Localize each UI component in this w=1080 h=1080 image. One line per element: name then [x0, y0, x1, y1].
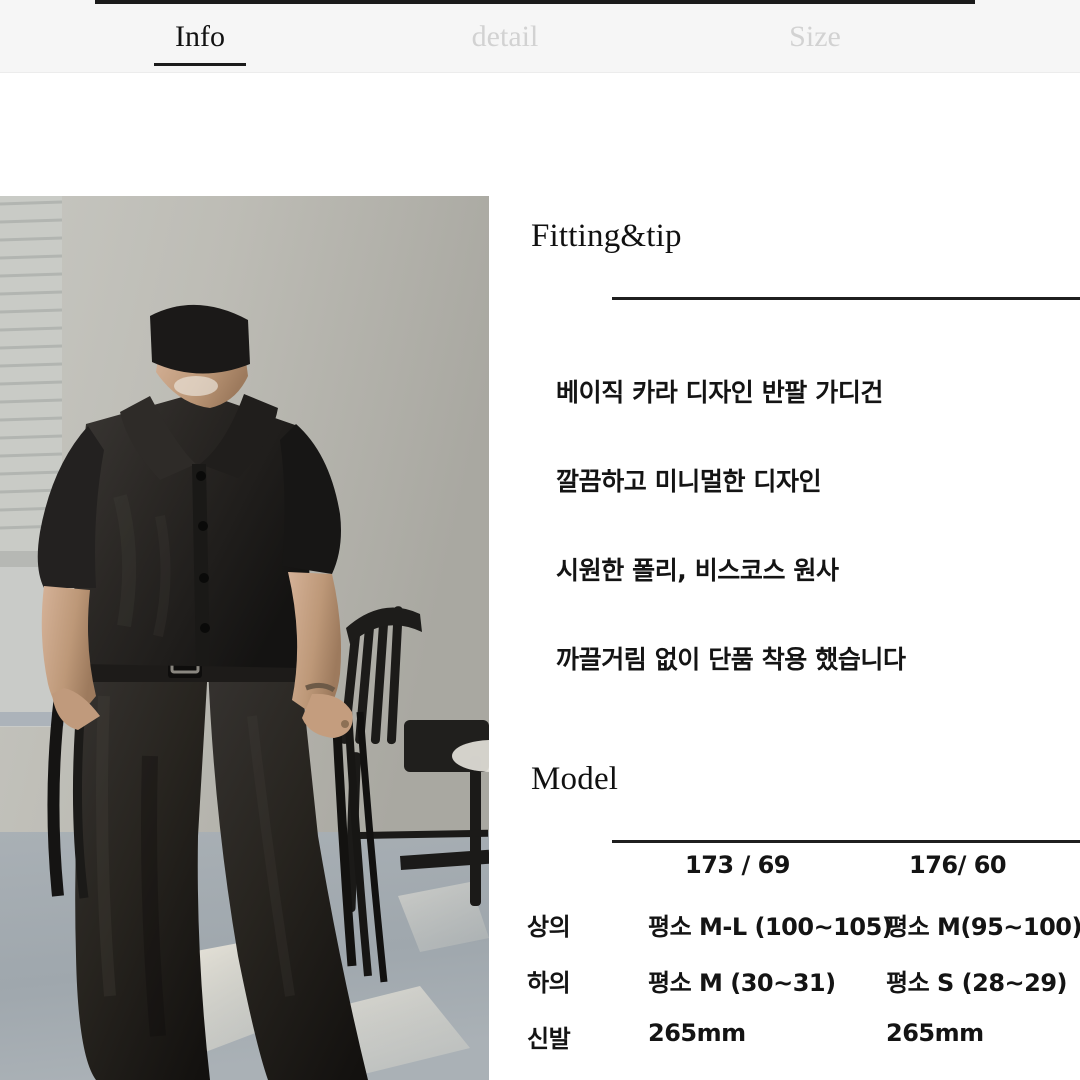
row-shoes-col1: 265mm	[648, 1019, 746, 1047]
product-photo[interactable]	[0, 196, 489, 1080]
table-row: 상의 평소 M-L (100~105) 평소 M(95~100)	[489, 907, 1080, 963]
row-label-bottom: 하의	[527, 969, 571, 997]
row-shoes-col2: 265mm	[886, 1019, 984, 1047]
product-detail-page: Info detail Size Fitting&tip 베이직 카라 디자인 …	[0, 0, 1080, 1080]
fitting-line-1: 베이직 카라 디자인 반팔 가디건	[556, 378, 884, 407]
fitting-line-3: 시원한 폴리, 비스코스 원사	[556, 556, 839, 585]
product-info-panel: Fitting&tip 베이직 카라 디자인 반팔 가디건 깔끔하고 미니멀한 …	[489, 196, 1080, 1080]
row-bottom-col2: 평소 S (28~29)	[886, 969, 1068, 997]
tab-list: Info detail Size	[0, 4, 1080, 73]
row-label-shoes: 신발	[527, 1025, 571, 1053]
row-label-top: 상의	[527, 913, 571, 941]
row-bottom-col1: 평소 M (30~31)	[648, 969, 836, 997]
tab-size-label: Size	[789, 20, 841, 53]
model-divider	[612, 840, 1080, 843]
tab-detail-label: detail	[471, 20, 539, 53]
tab-active-underline	[154, 63, 246, 66]
model-column-2-header: 176/ 60	[909, 851, 1007, 879]
tab-info-label: Info	[175, 20, 225, 53]
tab-size[interactable]: Size	[665, 4, 965, 52]
product-photo-illustration	[0, 196, 489, 1080]
tab-bar: Info detail Size	[0, 0, 1080, 73]
row-top-col2: 평소 M(95~100)	[886, 913, 1080, 941]
tab-info[interactable]: Info	[50, 4, 350, 66]
tab-detail[interactable]: detail	[355, 4, 655, 52]
fitting-tip-divider	[612, 297, 1080, 300]
table-row: 신발 265mm 265mm	[489, 1019, 1080, 1075]
fitting-line-4: 까끌거림 없이 단품 착용 했습니다	[556, 645, 906, 674]
model-heading: Model	[531, 761, 619, 797]
table-row: 하의 평소 M (30~31) 평소 S (28~29)	[489, 963, 1080, 1019]
model-column-1-header: 173 / 69	[685, 851, 790, 879]
row-top-col1: 평소 M-L (100~105)	[648, 913, 893, 941]
model-size-table: 173 / 69 176/ 60 상의 평소 M-L (100~105) 평소 …	[489, 851, 1080, 1075]
fitting-tip-heading: Fitting&tip	[531, 218, 682, 254]
fitting-line-2: 깔끔하고 미니멀한 디자인	[556, 467, 822, 496]
table-header-row: 173 / 69 176/ 60	[489, 851, 1080, 907]
